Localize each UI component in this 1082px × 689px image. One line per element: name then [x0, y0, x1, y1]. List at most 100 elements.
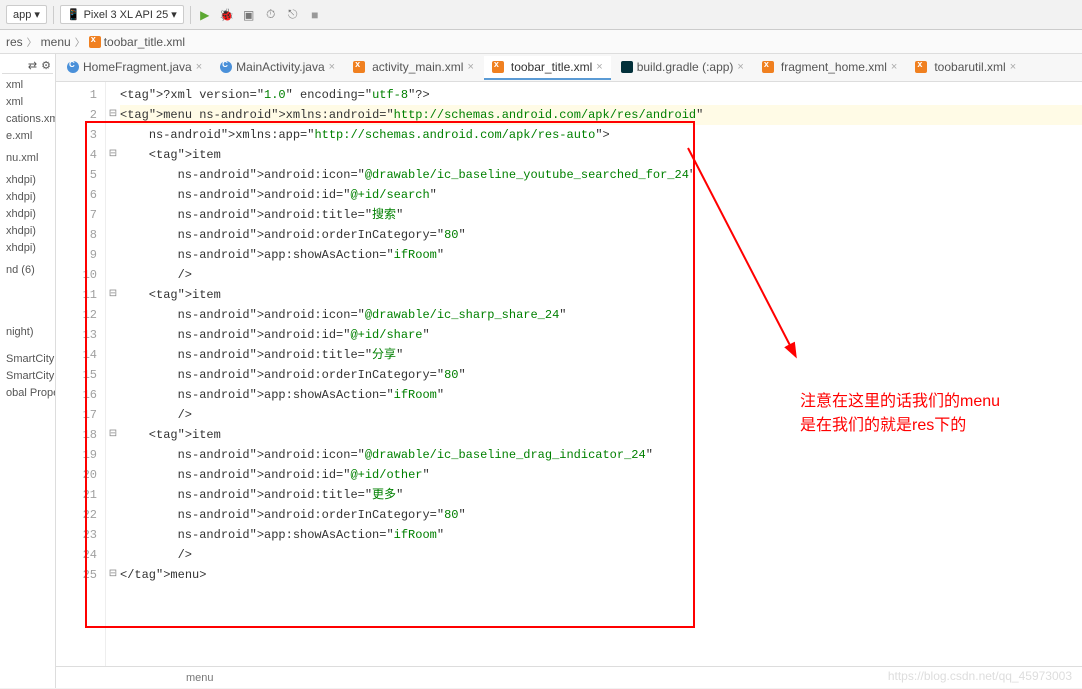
phone-icon: 📱	[67, 8, 81, 21]
editor-tabs: HomeFragment.java×MainActivity.java×acti…	[56, 54, 1082, 82]
tree-item[interactable]	[4, 285, 51, 287]
fold-marker[interactable]	[106, 305, 120, 325]
tab-label: build.gradle (:app)	[637, 60, 734, 74]
tab-fragment-home-xml[interactable]: fragment_home.xml ×	[754, 56, 905, 80]
close-icon[interactable]: ×	[1010, 61, 1016, 73]
tree-item[interactable]	[4, 280, 51, 282]
fold-marker[interactable]: ⊟	[106, 105, 120, 125]
fold-marker[interactable]	[106, 205, 120, 225]
tree-item[interactable]	[4, 300, 51, 302]
tree-item[interactable]: e.xml	[4, 129, 51, 143]
tree-item[interactable]: xhdpi)	[4, 207, 51, 221]
fold-marker[interactable]	[106, 465, 120, 485]
xml-file-icon	[762, 61, 774, 73]
tab-mainactivity-java[interactable]: MainActivity.java ×	[212, 56, 343, 80]
fold-marker[interactable]	[106, 345, 120, 365]
tree-item[interactable]: nd (6)	[4, 263, 51, 277]
debug-button[interactable]: 🐞	[219, 7, 235, 23]
fold-marker[interactable]	[106, 385, 120, 405]
tree-item[interactable]	[4, 320, 51, 322]
xml-file-icon	[915, 61, 927, 73]
fold-marker[interactable]: ⊟	[106, 425, 120, 445]
fold-marker[interactable]	[106, 365, 120, 385]
tree-item[interactable]: xml	[4, 95, 51, 109]
fold-marker[interactable]	[106, 225, 120, 245]
tree-item[interactable]: night)	[4, 325, 51, 339]
tree-item[interactable]	[4, 258, 51, 260]
tree-item[interactable]	[4, 146, 51, 148]
tree-item[interactable]: xhdpi)	[4, 173, 51, 187]
tree-item[interactable]: SmartCity	[4, 369, 51, 383]
tab-label: fragment_home.xml	[781, 60, 887, 74]
close-icon[interactable]: ×	[329, 61, 335, 73]
tree-item[interactable]	[4, 315, 51, 317]
run-button[interactable]: ▶	[197, 7, 213, 23]
breadcrumb-menu[interactable]: menu	[41, 35, 71, 49]
tree-item[interactable]: nu.xml	[4, 151, 51, 165]
breadcrumb-bar: res 〉 menu 〉 toobar_title.xml	[0, 30, 1082, 54]
separator	[53, 6, 54, 24]
attach-button[interactable]: ⎋	[285, 7, 301, 23]
xml-file-icon	[353, 61, 365, 73]
main-toolbar: app ▾ 📱 Pixel 3 XL API 25 ▾ ▶ 🐞 ▣ ⏱ ⎋ ■	[0, 0, 1082, 30]
fold-marker[interactable]: ⊟	[106, 565, 120, 585]
tree-item[interactable]	[4, 168, 51, 170]
project-tree[interactable]: ⇄ ⚙ xml xml cations.xml e.xml nu.xml xhdpi) xh…	[0, 54, 56, 688]
fold-marker[interactable]	[106, 185, 120, 205]
settings-icon[interactable]: ⚙	[41, 59, 51, 72]
tab-label: toobar_title.xml	[511, 60, 592, 74]
tree-item[interactable]: SmartCityE	[4, 352, 51, 366]
fold-marker[interactable]	[106, 265, 120, 285]
stop-button[interactable]: ■	[307, 7, 323, 23]
profile-button[interactable]: ⏱	[263, 7, 279, 23]
close-icon[interactable]: ×	[596, 61, 602, 73]
xml-file-icon	[492, 61, 504, 73]
tree-item[interactable]: xml	[4, 78, 51, 92]
module-selector[interactable]: app ▾	[6, 5, 47, 24]
tab-label: MainActivity.java	[236, 60, 324, 74]
fold-marker[interactable]	[106, 245, 120, 265]
tab-build-gradle---app-[interactable]: build.gradle (:app)×	[613, 56, 752, 80]
fold-marker[interactable]	[106, 85, 120, 105]
tree-item[interactable]: obal Prope	[4, 386, 51, 400]
tab-toobar-title-xml[interactable]: toobar_title.xml ×	[484, 56, 611, 80]
device-selector[interactable]: 📱 Pixel 3 XL API 25 ▾	[60, 5, 184, 24]
java-class-icon	[220, 61, 232, 73]
tree-item[interactable]: xhdpi)	[4, 224, 51, 238]
tab-toobarutil-xml[interactable]: toobarutil.xml×	[907, 56, 1024, 80]
tree-item[interactable]	[4, 305, 51, 307]
coverage-button[interactable]: ▣	[241, 7, 257, 23]
fold-marker[interactable]	[106, 405, 120, 425]
fold-marker[interactable]	[106, 125, 120, 145]
tree-item[interactable]: cations.xml	[4, 112, 51, 126]
close-icon[interactable]: ×	[737, 61, 743, 73]
editor-content: 1234567891011121314151617181920212223242…	[56, 82, 1082, 666]
tree-item[interactable]	[4, 290, 51, 292]
fold-marker[interactable]	[106, 325, 120, 345]
tree-item[interactable]	[4, 342, 51, 344]
fold-marker[interactable]	[106, 525, 120, 545]
fold-marker[interactable]	[106, 505, 120, 525]
close-icon[interactable]: ×	[891, 61, 897, 73]
tree-item[interactable]	[4, 347, 51, 349]
breadcrumb-file[interactable]: toobar_title.xml	[89, 35, 185, 49]
fold-marker[interactable]	[106, 545, 120, 565]
xml-file-icon	[89, 36, 101, 48]
fold-marker[interactable]: ⊟	[106, 145, 120, 165]
fold-marker[interactable]: ⊟	[106, 285, 120, 305]
breadcrumb-res[interactable]: res	[6, 35, 23, 49]
tree-item[interactable]	[4, 310, 51, 312]
close-icon[interactable]: ×	[467, 61, 473, 73]
tree-item[interactable]	[4, 295, 51, 297]
fold-marker[interactable]	[106, 165, 120, 185]
collapse-icon[interactable]: ⇄	[28, 59, 37, 72]
fold-marker[interactable]	[106, 485, 120, 505]
tab-homefragment-java[interactable]: HomeFragment.java×	[59, 56, 210, 80]
editor-area: HomeFragment.java×MainActivity.java×acti…	[56, 54, 1082, 688]
code-viewport[interactable]: <tag">?xml version="1.0" encoding="utf-8…	[120, 82, 1082, 666]
close-icon[interactable]: ×	[196, 61, 202, 73]
tree-item[interactable]: xhdpi)	[4, 190, 51, 204]
fold-marker[interactable]	[106, 445, 120, 465]
tab-activity-main-xml[interactable]: activity_main.xml×	[345, 56, 482, 80]
tree-item[interactable]: xhdpi)	[4, 241, 51, 255]
